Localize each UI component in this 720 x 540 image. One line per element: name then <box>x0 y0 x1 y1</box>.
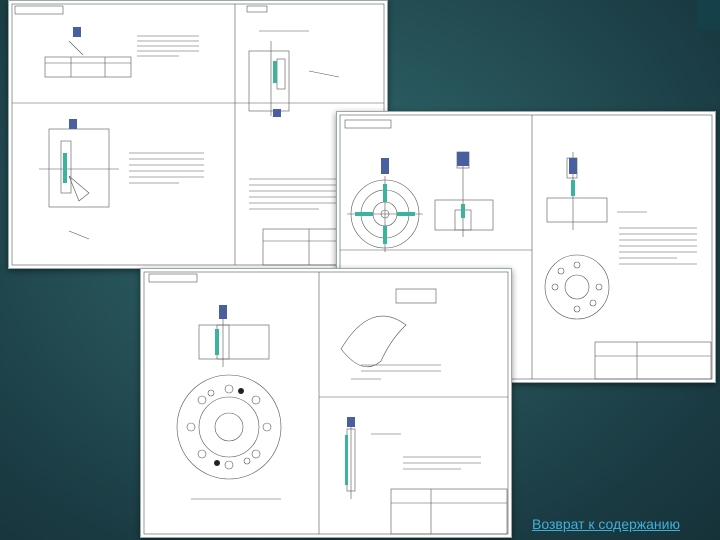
return-to-contents-link[interactable]: Возврат к содержанию <box>532 516 680 532</box>
drawing-sheet-3-graphic <box>143 271 509 535</box>
drawing-sheet-1-graphic <box>11 3 385 266</box>
drawing-sheet-3[interactable] <box>140 268 512 538</box>
corner-accent <box>697 0 720 30</box>
drawing-sheet-1[interactable] <box>8 0 388 269</box>
